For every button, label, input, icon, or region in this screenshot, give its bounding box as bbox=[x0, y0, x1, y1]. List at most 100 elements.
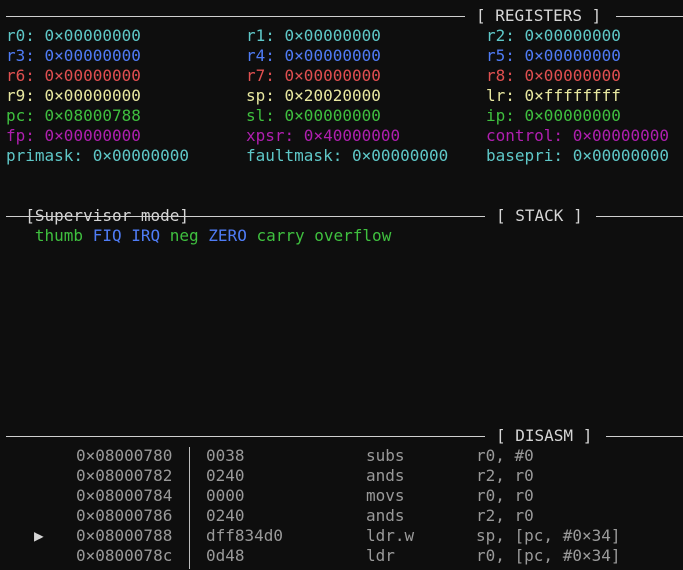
registers-header: [ REGISTERS ] bbox=[0, 6, 683, 26]
register-name: sp: bbox=[246, 86, 275, 105]
register-value: 0×00000000 bbox=[34, 86, 141, 105]
register-value: 0×00000000 bbox=[514, 46, 621, 65]
disasm-bytes: dff834d0 bbox=[206, 526, 284, 545]
disasm-operands: r2, r0 bbox=[476, 506, 534, 525]
disasm-bytes: 0240 bbox=[206, 506, 245, 525]
register-pc: pc: 0×08000788 bbox=[6, 106, 141, 126]
disasm-row[interactable]: 0×08000782 0240 ands r2, r0 bbox=[0, 466, 683, 486]
disasm-row[interactable]: 0×0800078c 0d48 ldr r0, [pc, #0×34] bbox=[0, 546, 683, 566]
register-value: 0×00000000 bbox=[563, 146, 670, 165]
register-r9: r9: 0×00000000 bbox=[6, 86, 141, 106]
disasm-operands: sp, [pc, #0×34] bbox=[476, 526, 621, 545]
register-name: r7: bbox=[246, 66, 275, 85]
register-r5: r5: 0×00000000 bbox=[486, 46, 621, 66]
register-control: control: 0×00000000 bbox=[486, 126, 669, 146]
disasm-mnemonic: movs bbox=[366, 486, 405, 505]
current-instruction-marker: ▶ bbox=[34, 526, 44, 545]
register-value: 0×00000000 bbox=[274, 26, 381, 45]
register-value: 0×00000000 bbox=[34, 46, 141, 65]
disasm-operands: r0, r0 bbox=[476, 486, 534, 505]
disasm-row[interactable]: 0×08000786 0240 ands r2, r0 bbox=[0, 506, 683, 526]
disasm-header-title: [ DISASM ] bbox=[496, 426, 593, 445]
register-value: 0×00000000 bbox=[514, 66, 621, 85]
stack-header-rule-left bbox=[6, 216, 485, 217]
register-name: fp: bbox=[6, 126, 35, 145]
register-ip: ip: 0×00000000 bbox=[486, 106, 621, 126]
registers-header-rule-right bbox=[616, 16, 683, 17]
disasm-address: 0×08000786 bbox=[76, 506, 173, 525]
register-name: r1: bbox=[246, 26, 275, 45]
register-name: pc: bbox=[6, 106, 35, 125]
register-name: sl: bbox=[246, 106, 275, 125]
disasm-mnemonic: ldr.w bbox=[366, 526, 415, 545]
disasm-row[interactable]: 0×08000780 0038 subs r0, #0 bbox=[0, 446, 683, 466]
disasm-row[interactable]: ▶ 0×08000788 dff834d0 ldr.w sp, [pc, #0×34] bbox=[0, 526, 683, 546]
register-value: 0×00000000 bbox=[274, 106, 381, 125]
register-name: r0: bbox=[6, 26, 35, 45]
register-value: 0×00000000 bbox=[514, 106, 621, 125]
disasm-address: 0×08000788 bbox=[76, 526, 173, 545]
register-name: lr: bbox=[486, 86, 515, 105]
register-lr: lr: 0×ffffffff bbox=[486, 86, 621, 106]
register-name: r3: bbox=[6, 46, 35, 65]
register-value: 0×00000000 bbox=[34, 126, 141, 145]
stack-header: [ STACK ] bbox=[0, 206, 683, 226]
register-name: faultmask: bbox=[246, 146, 343, 165]
disasm-address: 0×08000784 bbox=[76, 486, 173, 505]
disasm-mnemonic: ldr bbox=[366, 546, 395, 565]
disasm-row[interactable]: 0×08000784 0000 movs r0, r0 bbox=[0, 486, 683, 506]
register-primask: primask: 0×00000000 bbox=[6, 146, 189, 166]
disasm-mnemonic: subs bbox=[366, 446, 405, 465]
register-r8: r8: 0×00000000 bbox=[486, 66, 621, 86]
register-value: 0×08000788 bbox=[34, 106, 141, 125]
disasm-address: 0×0800078c bbox=[76, 546, 173, 565]
disasm-mnemonic: ands bbox=[366, 466, 405, 485]
register-fp: fp: 0×00000000 bbox=[6, 126, 141, 146]
register-name: basepri: bbox=[486, 146, 564, 165]
register-value: 0×00000000 bbox=[563, 126, 670, 145]
stack-header-rule-right bbox=[596, 216, 683, 217]
register-sp: sp: 0×20020000 bbox=[246, 86, 381, 106]
disasm-header-rule-left bbox=[6, 436, 485, 437]
register-value: 0×00000000 bbox=[274, 66, 381, 85]
disasm-bytes: 0038 bbox=[206, 446, 245, 465]
disasm-mnemonic: ands bbox=[366, 506, 405, 525]
register-name: ip: bbox=[486, 106, 515, 125]
disasm-bytes: 0240 bbox=[206, 466, 245, 485]
register-name: r2: bbox=[486, 26, 515, 45]
register-xpsr: xpsr: 0×40000000 bbox=[246, 126, 400, 146]
register-value: 0×00000000 bbox=[83, 146, 190, 165]
register-value: 0×00000000 bbox=[342, 146, 449, 165]
registers-header-rule-left bbox=[6, 16, 465, 17]
register-r4: r4: 0×00000000 bbox=[246, 46, 381, 66]
register-r7: r7: 0×00000000 bbox=[246, 66, 381, 86]
disasm-header: [ DISASM ] bbox=[0, 426, 683, 446]
register-value: 0×00000000 bbox=[514, 26, 621, 45]
register-name: r5: bbox=[486, 46, 515, 65]
register-value: 0×00000000 bbox=[34, 66, 141, 85]
disasm-address: 0×08000782 bbox=[76, 466, 173, 485]
disasm-operands: r0, [pc, #0×34] bbox=[476, 546, 621, 565]
register-value: 0×ffffffff bbox=[514, 86, 621, 105]
disasm-operands: r0, #0 bbox=[476, 446, 534, 465]
register-value: 0×20020000 bbox=[274, 86, 381, 105]
register-name: r6: bbox=[6, 66, 35, 85]
disasm-header-rule-right bbox=[606, 436, 683, 437]
disasm-address: 0×08000780 bbox=[76, 446, 173, 465]
stack-header-title: [ STACK ] bbox=[496, 206, 583, 225]
mode-flags-line: [Supervisor mode] thumb FIQ IRQ neg ZERO… bbox=[6, 186, 391, 245]
register-basepri: basepri: 0×00000000 bbox=[486, 146, 669, 166]
register-r6: r6: 0×00000000 bbox=[6, 66, 141, 86]
register-name: r4: bbox=[246, 46, 275, 65]
register-value: 0×00000000 bbox=[274, 46, 381, 65]
register-value: 0×40000000 bbox=[294, 126, 401, 145]
register-r2: r2: 0×00000000 bbox=[486, 26, 621, 46]
register-r3: r3: 0×00000000 bbox=[6, 46, 141, 66]
register-r0: r0: 0×00000000 bbox=[6, 26, 141, 46]
register-sl: sl: 0×00000000 bbox=[246, 106, 381, 126]
register-faultmask: faultmask: 0×00000000 bbox=[246, 146, 448, 166]
disasm-bytes: 0000 bbox=[206, 486, 245, 505]
register-r1: r1: 0×00000000 bbox=[246, 26, 381, 46]
disasm-operands: r2, r0 bbox=[476, 466, 534, 485]
register-name: control: bbox=[486, 126, 564, 145]
